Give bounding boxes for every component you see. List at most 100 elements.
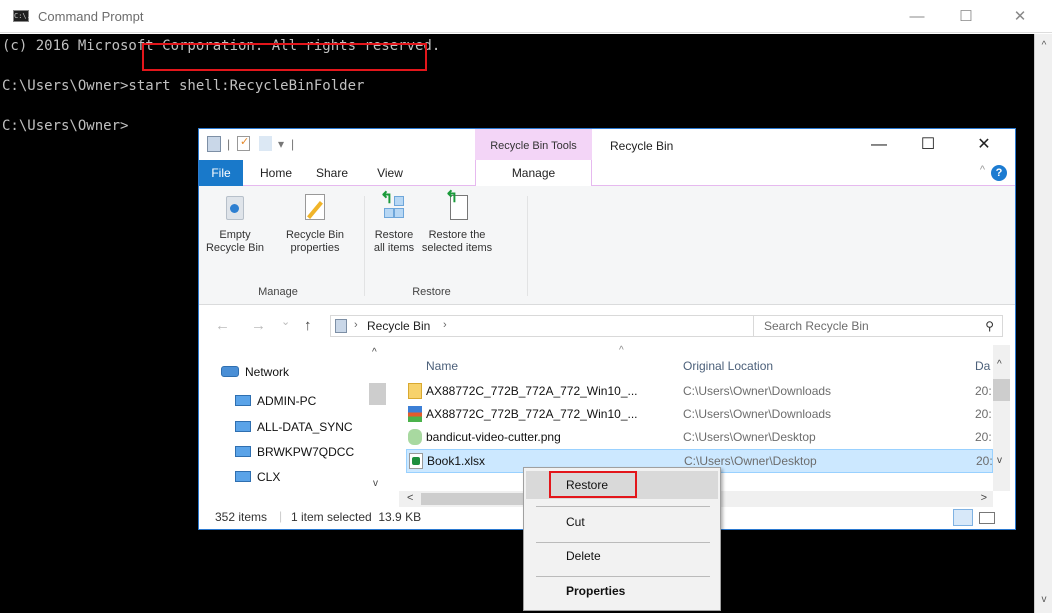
nav-item-clx[interactable]: CLX <box>235 467 280 487</box>
menu-item-delete[interactable]: Delete <box>526 542 718 570</box>
recycle-bin-address-icon <box>335 319 347 333</box>
nav-pane-scrollbar[interactable]: ^ v <box>369 345 386 491</box>
file-location: C:\Users\Owner\Downloads <box>683 407 832 421</box>
file-date: 20: <box>976 454 993 468</box>
column-header-date[interactable]: Da <box>975 359 990 373</box>
restore-selected-icon: ↰ <box>441 190 473 224</box>
cmd-window-title: Command Prompt <box>38 9 144 24</box>
scroll-down-icon[interactable]: v <box>1035 594 1052 605</box>
file-row[interactable]: AX88772C_772B_772A_772_Win10_... C:\User… <box>406 380 993 402</box>
empty-label-2: Recycle Bin <box>205 242 265 254</box>
nav-item-network[interactable]: Network <box>221 362 289 382</box>
tab-view[interactable]: View <box>365 160 415 186</box>
file-location: C:\Users\Owner\Downloads <box>683 384 832 398</box>
nav-scroll-thumb[interactable] <box>369 383 386 405</box>
status-separator: | <box>279 509 283 523</box>
recycle-bin-icon <box>219 192 251 224</box>
item-count: 352 items <box>215 510 268 524</box>
file-row[interactable]: AX88772C_772B_772A_772_Win10_... C:\User… <box>406 403 993 425</box>
nav-scroll-up-icon[interactable]: ^ <box>372 347 377 358</box>
contextual-tab-group-label: Recycle Bin Tools <box>475 129 592 160</box>
cmd-close-button[interactable]: ✕ <box>1000 5 1040 29</box>
computer-icon <box>235 446 251 458</box>
file-row[interactable]: bandicut-video-cutter.png C:\Users\Owner… <box>406 426 993 448</box>
cmd-command-line: C:\Users\Owner>start shell:RecycleBinFol… <box>2 78 365 94</box>
menu-item-cut[interactable]: Cut <box>526 508 718 536</box>
cmd-maximize-button[interactable]: ☐ <box>946 5 986 29</box>
archive-icon <box>408 406 422 422</box>
nav-scroll-down-icon[interactable]: v <box>373 478 378 489</box>
cmd-minimize-button[interactable]: — <box>897 5 937 29</box>
empty-recycle-bin-button[interactable]: Empty Recycle Bin <box>205 192 265 255</box>
image-file-icon <box>408 429 422 445</box>
column-header-name[interactable]: Name <box>426 359 458 373</box>
address-bar[interactable]: › Recycle Bin › ⌄ ↻ <box>330 315 806 337</box>
group-separator <box>364 196 365 296</box>
large-icons-view-icon[interactable] <box>979 512 995 524</box>
nav-item-brwkpw7qdcc[interactable]: BRWKPW7QDCC <box>235 442 354 462</box>
search-icon[interactable]: ⚲ <box>985 319 994 333</box>
restore-all-items-button[interactable]: ↰ Restore all items <box>369 191 419 255</box>
scroll-left-icon[interactable]: < <box>407 492 413 504</box>
tab-file[interactable]: File <box>199 160 243 186</box>
computer-icon <box>235 395 251 407</box>
file-date: 20: <box>975 384 992 398</box>
nav-label: BRWKPW7QDCC <box>257 445 355 459</box>
properties-quick-icon[interactable]: ✓ <box>237 136 250 151</box>
explorer-minimize-button[interactable]: — <box>857 133 901 157</box>
group-separator-2 <box>527 196 528 296</box>
properties-label-2: properties <box>290 242 340 254</box>
help-icon[interactable]: ? <box>991 165 1007 181</box>
list-scroll-up-icon[interactable]: ^ <box>997 359 1002 370</box>
cmd-title-bar: C:\. Command Prompt — ☐ ✕ <box>0 0 1052 33</box>
breadcrumb-recycle-bin[interactable]: Recycle Bin <box>367 319 430 333</box>
group-label-manage: Manage <box>258 286 298 298</box>
nav-label: ADMIN-PC <box>257 394 317 408</box>
new-folder-quick-icon[interactable] <box>259 136 272 151</box>
recent-locations-button[interactable]: ⌄ <box>281 315 290 328</box>
search-box[interactable]: Search Recycle Bin ⚲ <box>753 315 1003 337</box>
cmd-prompt-line: C:\Users\Owner> <box>2 118 129 134</box>
collapse-ribbon-icon[interactable]: ^ <box>980 164 985 176</box>
breadcrumb-chevron-2[interactable]: › <box>443 319 447 331</box>
file-list-scrollbar[interactable]: ^ v <box>993 345 1010 491</box>
explorer-close-button[interactable]: ✕ <box>962 133 1006 157</box>
nav-item-admin-pc[interactable]: ADMIN-PC <box>235 391 316 411</box>
nav-item-all-data-sync[interactable]: ALL-DATA_SYNC <box>235 417 353 437</box>
tab-home[interactable]: Home <box>251 160 301 186</box>
computer-icon <box>235 471 251 483</box>
nav-label: CLX <box>257 470 281 484</box>
list-scroll-down-icon[interactable]: v <box>997 455 1002 466</box>
nav-label: ALL-DATA_SYNC <box>257 420 353 434</box>
menu-separator <box>536 506 710 507</box>
search-placeholder: Search Recycle Bin <box>764 319 869 333</box>
explorer-window-title: Recycle Bin <box>610 139 674 153</box>
details-view-icon[interactable] <box>953 509 973 526</box>
breadcrumb-chevron[interactable]: › <box>354 319 358 331</box>
properties-icon <box>299 192 331 224</box>
restore-selected-label-2: selected items <box>421 242 493 254</box>
forward-button[interactable]: → <box>251 317 266 334</box>
explorer-maximize-button[interactable]: ☐ <box>906 133 950 157</box>
up-button[interactable]: ↑ <box>304 317 312 334</box>
scroll-right-icon[interactable]: > <box>981 492 987 504</box>
scroll-up-icon[interactable]: ^ <box>1035 40 1052 51</box>
back-button[interactable]: ← <box>215 317 230 334</box>
restore-selected-items-button[interactable]: ↰ Restore the selected items <box>420 190 494 255</box>
file-name: bandicut-video-cutter.png <box>426 430 561 444</box>
list-scroll-thumb[interactable] <box>993 379 1010 401</box>
properties-label-1: Recycle Bin <box>285 229 345 241</box>
cmd-icon: C:\. <box>13 10 31 22</box>
cmd-scrollbar[interactable]: ^ v <box>1034 34 1052 613</box>
recycle-bin-properties-button[interactable]: Recycle Bin properties <box>279 192 351 255</box>
file-date: 20: <box>975 430 992 444</box>
navigation-bar: ← → ⌄ ↑ › Recycle Bin › ⌄ ↻ Search Recyc… <box>199 305 1015 345</box>
qa-separator: | <box>227 137 231 151</box>
column-header-original-location[interactable]: Original Location <box>683 359 773 373</box>
tab-manage[interactable]: Manage <box>475 160 592 187</box>
navigation-pane: Network ADMIN-PC ALL-DATA_SYNC BRWKPW7QD… <box>199 345 387 491</box>
tab-share[interactable]: Share <box>307 160 357 186</box>
menu-item-properties[interactable]: Properties <box>526 577 718 605</box>
folder-icon <box>408 383 422 399</box>
qa-dropdown-icon[interactable]: ▾ <box>278 137 284 153</box>
